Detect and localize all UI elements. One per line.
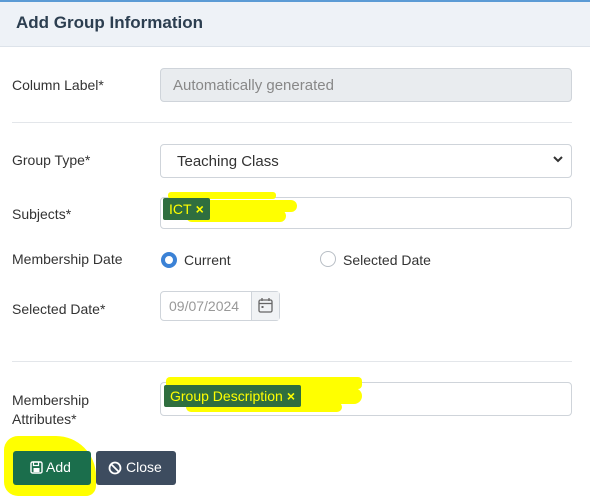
membership-attributes-label-line1: Membership — [12, 392, 90, 408]
attribute-tag: Group Description × — [164, 385, 302, 407]
selected-date-value: 09/07/2024 — [169, 298, 240, 314]
dialog-header: Add Group Information — [0, 2, 590, 47]
current-radio[interactable] — [161, 252, 177, 268]
chevron-down-icon — [553, 156, 563, 163]
column-label-placeholder: Automatically generated — [173, 77, 334, 94]
remove-tag-icon[interactable]: × — [287, 388, 295, 404]
add-button-label: Add — [46, 459, 71, 475]
divider — [12, 122, 572, 123]
calendar-button[interactable] — [251, 292, 279, 320]
ban-icon — [108, 461, 122, 475]
membership-attributes-label-line2: Attributes* — [12, 411, 77, 427]
group-type-select[interactable]: Teaching Class — [160, 144, 572, 178]
column-label-label: Column Label* — [12, 77, 104, 93]
group-type-value: Teaching Class — [177, 153, 279, 170]
save-icon — [30, 461, 43, 474]
subjects-label: Subjects* — [12, 206, 72, 222]
group-type-label: Group Type* — [12, 152, 91, 168]
divider — [12, 361, 572, 362]
selected-date-input[interactable]: 09/07/2024 — [160, 291, 280, 321]
remove-tag-icon[interactable]: × — [196, 201, 204, 217]
add-button[interactable]: Add — [13, 451, 91, 485]
calendar-icon — [258, 298, 273, 313]
selected-date-label: Selected Date* — [12, 301, 106, 317]
subject-tag: ICT × — [163, 198, 210, 220]
attribute-tag-label: Group Description — [170, 388, 283, 404]
selected-date-radio-label: Selected Date — [343, 252, 431, 268]
membership-date-label: Membership Date — [12, 251, 123, 267]
close-button[interactable]: Close — [96, 451, 176, 485]
column-label-input: Automatically generated — [160, 68, 572, 102]
dialog-title: Add Group Information — [16, 13, 203, 32]
current-radio-label: Current — [184, 252, 231, 268]
selected-date-radio[interactable] — [320, 251, 336, 267]
close-button-label: Close — [126, 459, 162, 475]
subject-tag-label: ICT — [169, 201, 192, 217]
